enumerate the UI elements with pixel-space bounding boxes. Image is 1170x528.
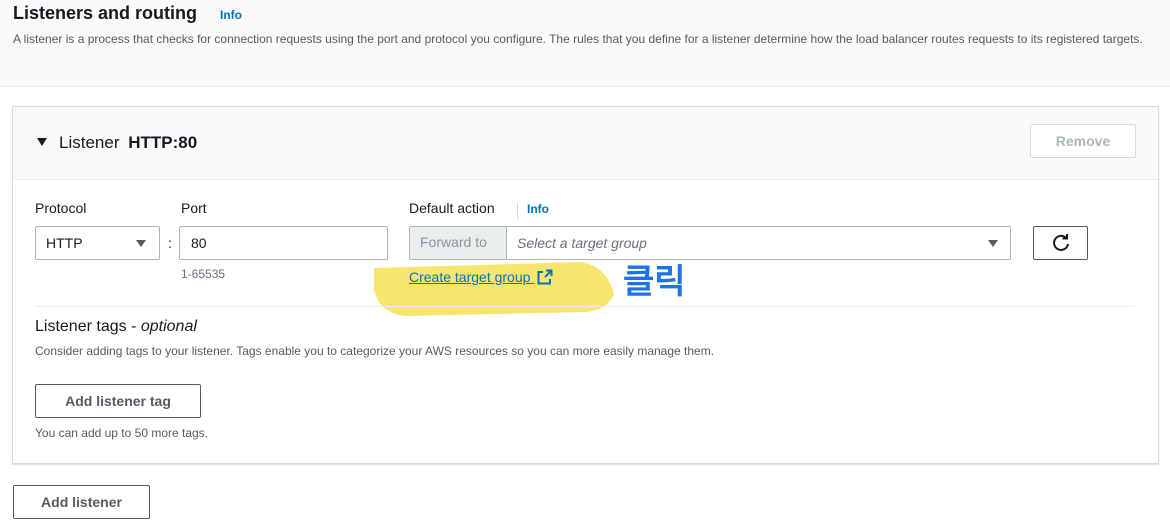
create-target-group-link[interactable]: Create target group [409,269,553,285]
section-info-link[interactable]: Info [220,8,242,22]
port-input[interactable]: 80 [179,226,388,260]
external-link-icon [537,269,553,285]
protocol-label: Protocol [35,200,87,216]
section-description: A listener is a process that checks for … [13,32,1143,46]
highlight-annotation [374,262,614,316]
protocol-select[interactable]: HTTP [35,226,160,260]
port-hint: 1-65535 [181,267,226,281]
protocol-value: HTTP [46,235,83,251]
section-divider [35,306,1135,307]
refresh-button[interactable] [1033,226,1088,260]
label-divider [517,203,518,219]
default-action-info-link[interactable]: Info [527,202,549,216]
chevron-down-icon [988,240,998,247]
section-title: Listeners and routing [13,3,198,23]
forward-to-label: Forward to [420,234,487,250]
listener-name: HTTP:80 [128,133,198,152]
section-header: Listeners and routing Info A listener is… [0,0,1170,87]
chevron-down-icon [136,240,146,247]
port-value: 80 [191,235,207,251]
listener-header[interactable]: Listener HTTP:80 Remove [13,107,1158,180]
add-listener-button[interactable]: Add listener [13,485,150,519]
tags-limit-hint: You can add up to 50 more tags. [35,426,209,440]
listener-tags-heading: Listener tags - optional [35,318,197,335]
protocol-port-separator: : [168,235,172,251]
listener-heading: Listener HTTP:80 [59,133,197,153]
refresh-icon [1052,234,1069,251]
handwritten-annotation: 클릭 [623,262,686,302]
create-target-group-label: Create target group [409,269,531,285]
listener-tags-optional: optional [140,318,197,335]
listener-tags-description: Consider adding tags to your listener. T… [35,344,715,358]
listener-panel: Listener HTTP:80 Remove Protocol HTTP : … [12,106,1159,464]
listener-prefix: Listener [59,133,120,152]
caret-down-icon[interactable] [37,138,47,146]
default-action-label: Default action [409,200,495,216]
port-label: Port [181,200,207,216]
add-listener-tag-button[interactable]: Add listener tag [35,384,201,418]
remove-button[interactable]: Remove [1030,124,1136,158]
listener-tags-title: Listener tags [35,318,127,335]
target-group-placeholder: Select a target group [517,235,647,251]
